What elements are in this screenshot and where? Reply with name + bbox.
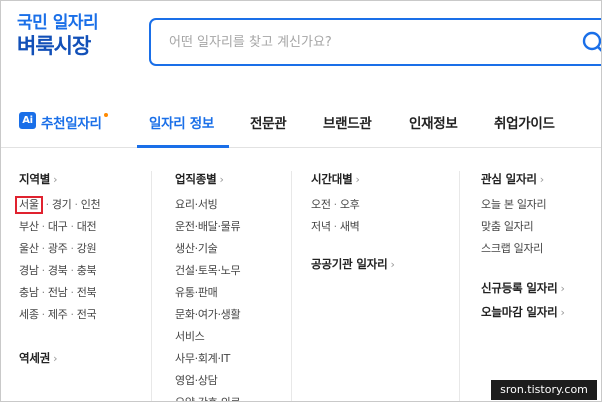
column-divider xyxy=(151,171,152,401)
region-link[interactable]: 부산 xyxy=(19,218,39,234)
region-link[interactable]: 충북 xyxy=(77,262,97,278)
list-item[interactable]: 요리·서빙 xyxy=(175,196,240,218)
chevron-right-icon: › xyxy=(53,352,58,365)
nav-item-recommended[interactable]: Ai 추천일자리 xyxy=(19,112,108,132)
time-column: 시간대별 › 오전 · 오후 저녁 · 새벽 공공기관 일자리 › xyxy=(311,171,395,272)
interest-title[interactable]: 관심 일자리 › xyxy=(481,171,565,187)
new-jobs-title[interactable]: 신규등록 일자리 › xyxy=(481,280,565,296)
list-item: 세종 · 제주 · 전국 xyxy=(19,306,97,322)
region-link[interactable]: 제주 xyxy=(48,306,68,322)
chevron-right-icon: › xyxy=(539,173,544,186)
chevron-right-icon: › xyxy=(355,173,360,186)
region-link[interactable]: 경북 xyxy=(48,262,68,278)
ai-icon: Ai xyxy=(19,112,36,129)
search-button[interactable] xyxy=(581,30,601,56)
nav-item-brand[interactable]: 브랜드관 xyxy=(323,112,372,132)
time-title[interactable]: 시간대별 › xyxy=(311,171,395,187)
region-link[interactable]: 광주 xyxy=(48,240,68,256)
region-link[interactable]: 세종 xyxy=(19,306,39,322)
list-item: 충남 · 전남 · 전북 xyxy=(19,284,97,300)
jobtype-column: 업직종별 › 요리·서빙 운전·배달·물류 생산·기술 건설·토목·노무 유통·판… xyxy=(175,171,241,401)
region-column: 지역별 › 서울 · 경기 · 인천 부산 · 대구 · 대전 울산 · 광주 · 강원 경남 · 경북 · 충북… xyxy=(15,171,101,366)
list-item[interactable]: 맞춤 일자리 xyxy=(481,218,565,240)
page-frame: 국민 일자리 벼룩시장 Ai 추천일자리 일자리 정보 전문관 브랜드관 인재정보… xyxy=(0,0,602,402)
region-link[interactable]: 대전 xyxy=(77,218,97,234)
list-item: 경남 · 경북 · 충북 xyxy=(19,262,97,278)
nav-item-guide[interactable]: 취업가이드 xyxy=(494,112,555,132)
time-link[interactable]: 새벽 xyxy=(340,218,360,234)
nav-item-specialty[interactable]: 전문관 xyxy=(250,112,287,132)
region-link[interactable]: 강원 xyxy=(77,240,97,256)
region-seoul[interactable]: 서울 xyxy=(15,196,43,214)
interest-column: 관심 일자리 › 오늘 본 일자리 맞춤 일자리 스크랩 일자리 신규등록 일자리… xyxy=(481,171,565,320)
region-title[interactable]: 지역별 › xyxy=(19,171,100,187)
region-list: 서울 · 경기 · 인천 부산 · 대구 · 대전 울산 · 광주 · 강원 경남 · 경북 · 충북 충남 · 전… xyxy=(15,196,101,328)
column-divider xyxy=(459,171,460,401)
list-item: 저녁 · 새벽 xyxy=(311,218,360,234)
search-input[interactable] xyxy=(151,20,551,64)
region-link[interactable]: 전남 xyxy=(48,284,68,300)
new-dot-icon xyxy=(103,113,108,117)
region-link[interactable]: 대구 xyxy=(48,218,68,234)
region-link[interactable]: 인천 xyxy=(81,196,101,212)
region-link[interactable]: 울산 xyxy=(19,240,39,256)
time-link[interactable]: 오전 xyxy=(311,196,331,212)
region-link[interactable]: 전북 xyxy=(77,284,97,300)
chevron-right-icon: › xyxy=(560,282,565,295)
region-link[interactable]: 경기 xyxy=(52,196,72,212)
nav-item-talent[interactable]: 인재정보 xyxy=(409,112,458,132)
jobtype-title[interactable]: 업직종별 › xyxy=(175,171,240,187)
main-nav: Ai 추천일자리 일자리 정보 전문관 브랜드관 인재정보 취업가이드 xyxy=(1,96,601,148)
search-box xyxy=(149,18,601,66)
time-link[interactable]: 오후 xyxy=(340,196,360,212)
watermark: sron.tistory.com xyxy=(491,380,597,400)
list-item: 서울 · 경기 · 인천 xyxy=(15,196,101,218)
list-item[interactable]: 오늘 본 일자리 xyxy=(481,196,565,218)
public-jobs-title[interactable]: 공공기관 일자리 › xyxy=(311,256,395,272)
list-item[interactable]: 건설·토목·노무 xyxy=(175,262,241,284)
list-item[interactable]: 요양·간호·의료 xyxy=(175,394,241,401)
search-icon xyxy=(582,31,601,52)
chevron-right-icon: › xyxy=(390,258,395,271)
jobtype-list: 요리·서빙 운전·배달·물류 생산·기술 건설·토목·노무 유통·판매 문화·여… xyxy=(175,196,241,401)
list-item[interactable]: 서비스 xyxy=(175,328,240,350)
list-item[interactable]: 스크랩 일자리 xyxy=(481,240,565,262)
time-link[interactable]: 저녁 xyxy=(311,218,331,234)
list-item[interactable]: 사무·회계·IT xyxy=(175,350,240,372)
active-tab-indicator xyxy=(137,145,229,148)
list-item[interactable]: 생산·기술 xyxy=(175,240,240,262)
logo-line-2: 벼룩시장 xyxy=(17,33,91,58)
station-title[interactable]: 역세권 › xyxy=(19,350,100,366)
nav-item-job-info[interactable]: 일자리 정보 xyxy=(149,112,214,132)
column-divider xyxy=(291,171,292,401)
list-item: 오전 · 오후 xyxy=(311,196,360,212)
site-logo[interactable]: 국민 일자리 벼룩시장 xyxy=(17,13,99,58)
closing-jobs-title[interactable]: 오늘마감 일자리 › xyxy=(481,304,565,320)
time-list: 오전 · 오후 저녁 · 새벽 xyxy=(311,196,395,240)
list-item[interactable]: 운전·배달·물류 xyxy=(175,218,241,240)
list-item[interactable]: 유통·판매 xyxy=(175,284,240,306)
chevron-right-icon: › xyxy=(560,306,565,319)
region-link[interactable]: 전국 xyxy=(77,306,97,322)
logo-line-1: 국민 일자리 xyxy=(17,13,99,33)
region-link[interactable]: 경남 xyxy=(19,262,39,278)
region-link[interactable]: 충남 xyxy=(19,284,39,300)
chevron-right-icon: › xyxy=(53,173,58,186)
nav-label-recommended: 추천일자리 xyxy=(41,116,102,132)
list-item[interactable]: 문화·여가·생활 xyxy=(175,306,241,328)
list-item[interactable]: 영업·상담 xyxy=(175,372,240,394)
chevron-right-icon: › xyxy=(219,173,224,186)
list-item: 울산 · 광주 · 강원 xyxy=(19,240,97,256)
list-item: 부산 · 대구 · 대전 xyxy=(19,218,97,234)
interest-list: 오늘 본 일자리 맞춤 일자리 스크랩 일자리 xyxy=(481,196,565,262)
